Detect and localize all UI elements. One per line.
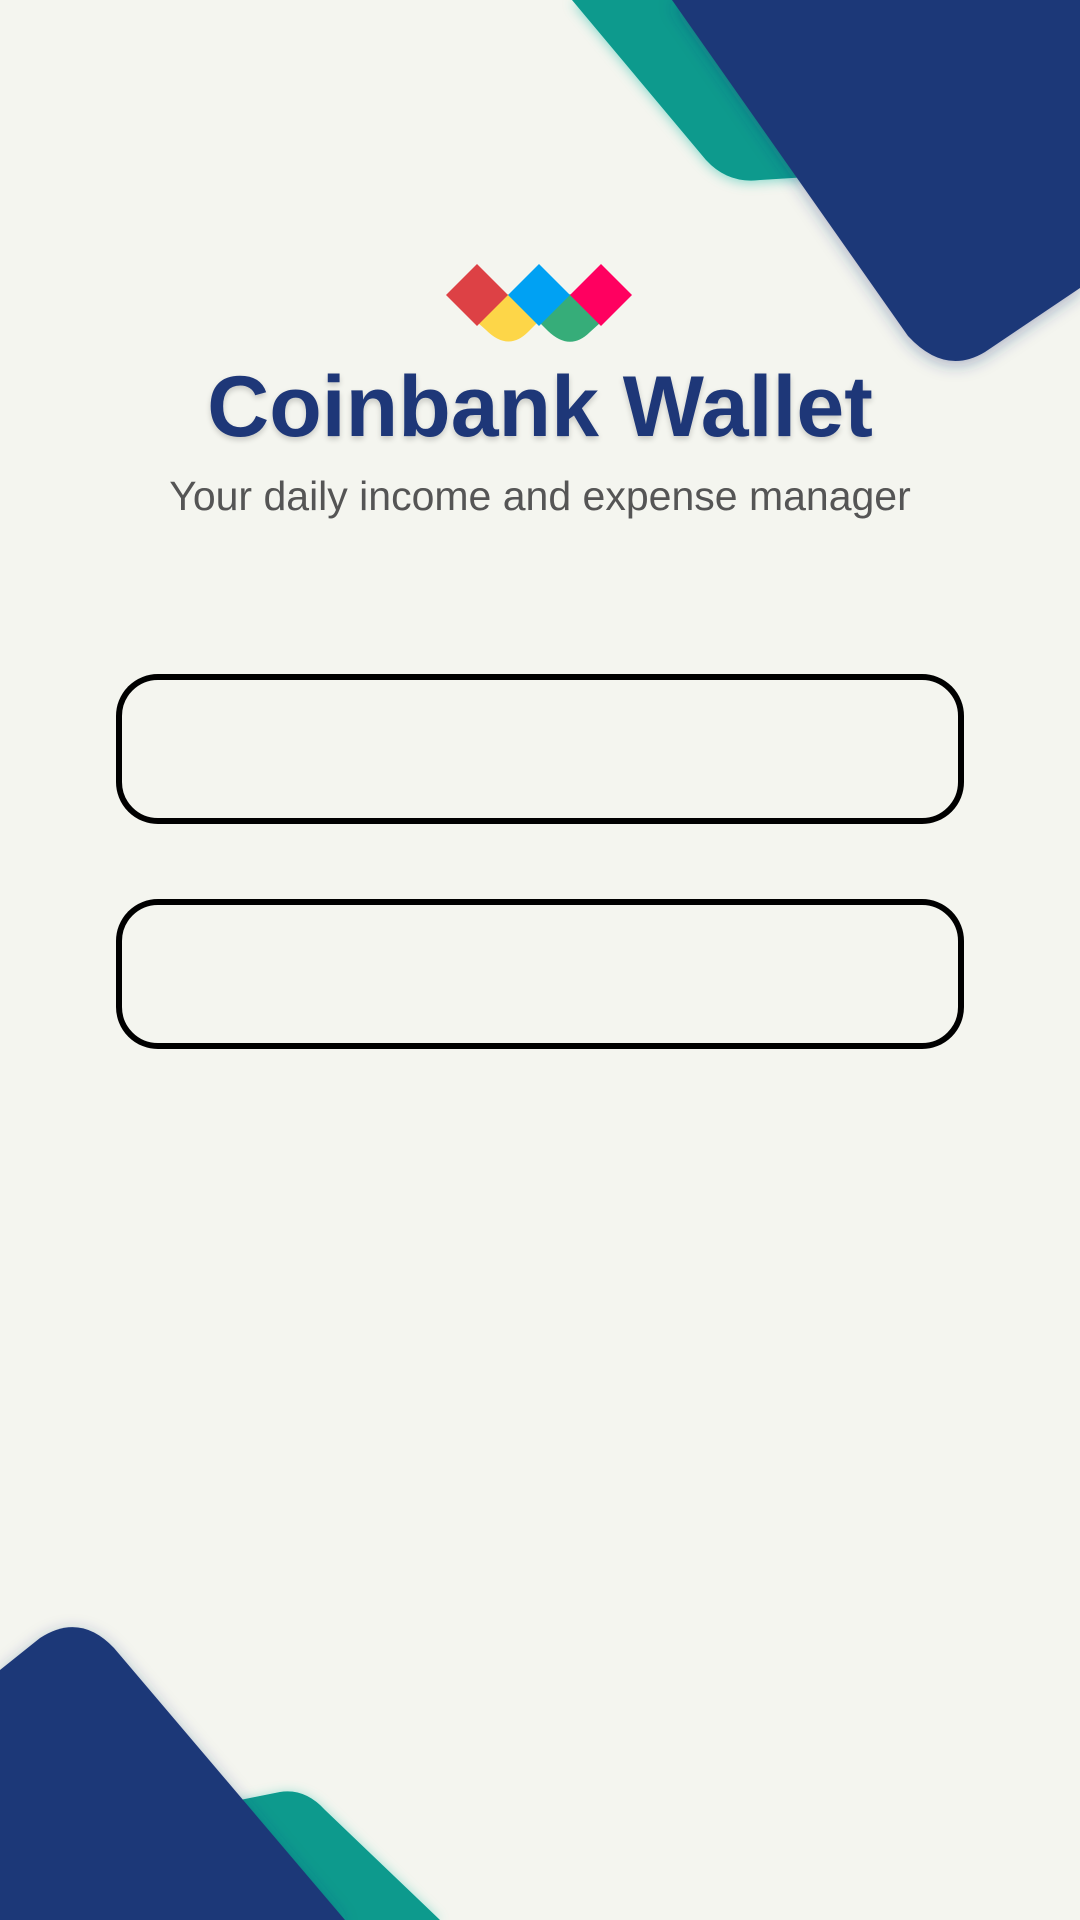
top-navy-shape (672, 0, 1080, 361)
first-input-field[interactable] (116, 674, 964, 824)
app-title: Coinbank Wallet (207, 359, 873, 455)
second-input-field[interactable] (116, 899, 964, 1049)
login-screen: Coinbank Wallet Your daily income and ex… (0, 0, 1080, 1920)
first-input[interactable] (122, 680, 958, 818)
bottom-navy-shape (0, 1627, 345, 1920)
second-input[interactable] (122, 905, 958, 1043)
coinbank-diamond-logo-icon (446, 264, 632, 342)
app-subtitle: Your daily income and expense manager (169, 473, 911, 519)
